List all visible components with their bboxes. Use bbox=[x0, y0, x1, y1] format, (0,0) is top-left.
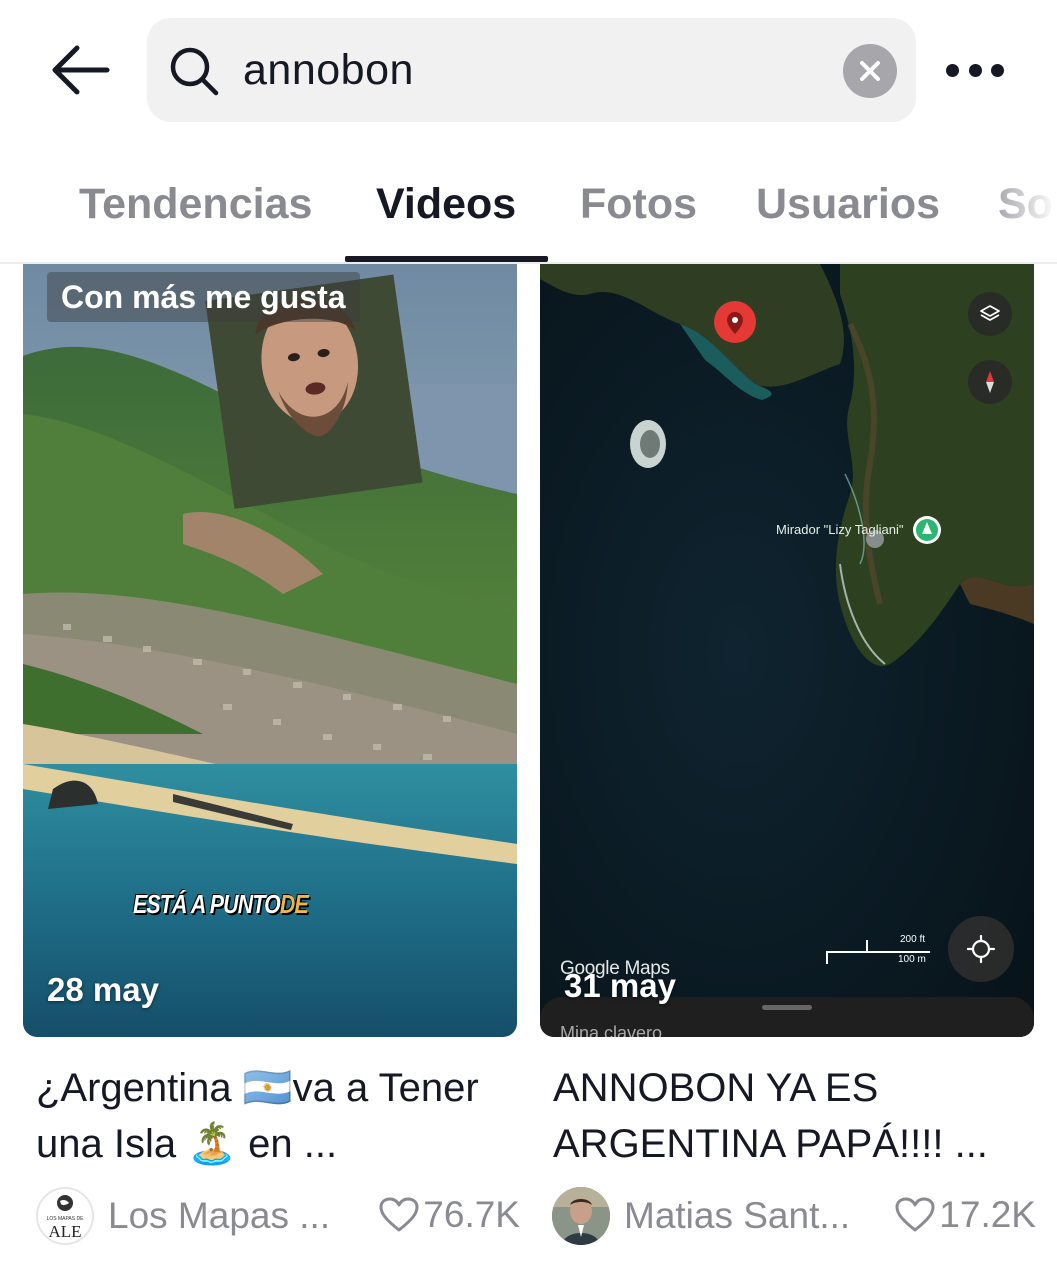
author-name[interactable]: Matias Sant... bbox=[624, 1195, 850, 1237]
ellipsis-dot bbox=[946, 63, 959, 77]
overlay-text-main: ESTÁ A PUNTO bbox=[133, 889, 281, 919]
heart-icon bbox=[895, 1197, 935, 1232]
layers-icon bbox=[980, 305, 1000, 321]
like-count-value: 76.7K bbox=[423, 1194, 520, 1235]
avatar[interactable]: LOS MAPAS DE ALE bbox=[36, 1187, 94, 1245]
compass-icon bbox=[986, 371, 994, 393]
tab-fotos[interactable]: Fotos bbox=[580, 180, 697, 229]
like-count-value: 17.2K bbox=[939, 1194, 1036, 1235]
search-tabs: Tendencias Videos Fotos Usuarios So bbox=[0, 160, 1057, 264]
video-meta: Matias Sant... 17.2K bbox=[552, 1186, 1046, 1246]
scale-meters: 100 m bbox=[898, 954, 926, 965]
overlay-text-highlight: DE bbox=[279, 889, 309, 919]
map-layers-button[interactable] bbox=[968, 292, 1012, 336]
video-caption[interactable]: ¿Argentina 🇦🇷va a Tener una Isla 🏝️ en .… bbox=[36, 1060, 516, 1172]
ellipsis-dot bbox=[991, 63, 1004, 77]
sheet-handle bbox=[762, 1005, 812, 1010]
video-overlay-text: ESTÁ A PUNTODE bbox=[133, 889, 309, 920]
user-photo-icon bbox=[552, 1187, 610, 1245]
active-tab-indicator bbox=[345, 256, 548, 262]
clear-search-button[interactable] bbox=[843, 44, 897, 98]
video-date: 28 may bbox=[47, 971, 159, 1008]
more-options-button[interactable] bbox=[938, 50, 1012, 90]
x-icon bbox=[860, 61, 880, 81]
video-date: 31 may bbox=[564, 967, 676, 1004]
scale-feet: 200 ft bbox=[900, 934, 926, 945]
video-caption[interactable]: ANNOBON YA ES ARGENTINA PAPÁ!!!! ... bbox=[553, 1060, 1033, 1172]
like-count: 17.2K bbox=[895, 1194, 1036, 1236]
video-card[interactable]: Con más me gusta ESTÁ A PUNTODE 28 may bbox=[23, 264, 517, 1037]
crosshair-icon bbox=[966, 934, 996, 964]
arrow-left-icon bbox=[52, 45, 110, 95]
video-meta: LOS MAPAS DE ALE Los Mapas ... 76.7K bbox=[36, 1186, 530, 1246]
search-bar[interactable] bbox=[147, 18, 923, 122]
my-location-button[interactable] bbox=[948, 916, 1014, 982]
avatar[interactable] bbox=[552, 1187, 610, 1245]
tab-videos[interactable]: Videos bbox=[376, 180, 516, 229]
sheet-place-text: Mina clavero bbox=[560, 1023, 663, 1037]
back-button[interactable] bbox=[40, 38, 120, 102]
video-card[interactable]: Mirador "Lizy Tagliani" 200 ft 100 m Goo… bbox=[540, 264, 1034, 1037]
most-liked-badge: Con más me gusta bbox=[47, 272, 360, 322]
tab-tendencias[interactable]: Tendencias bbox=[79, 180, 312, 229]
search-input[interactable] bbox=[243, 38, 923, 102]
map-compass-button[interactable] bbox=[968, 360, 1012, 404]
map-place-label: Mirador "Lizy Tagliani" bbox=[776, 522, 904, 537]
like-count: 76.7K bbox=[379, 1194, 520, 1236]
video-thumbnail bbox=[23, 264, 517, 1037]
video-thumbnail bbox=[540, 264, 1034, 1037]
ellipsis-dot bbox=[968, 63, 982, 77]
map-pin bbox=[714, 301, 756, 343]
avatar-text: ALE bbox=[48, 1222, 82, 1241]
magnifier-icon bbox=[170, 47, 219, 96]
tab-usuarios[interactable]: Usuarios bbox=[756, 180, 940, 229]
tabs-fade bbox=[977, 160, 1057, 260]
author-name[interactable]: Los Mapas ... bbox=[108, 1195, 330, 1237]
heart-icon bbox=[379, 1197, 419, 1232]
